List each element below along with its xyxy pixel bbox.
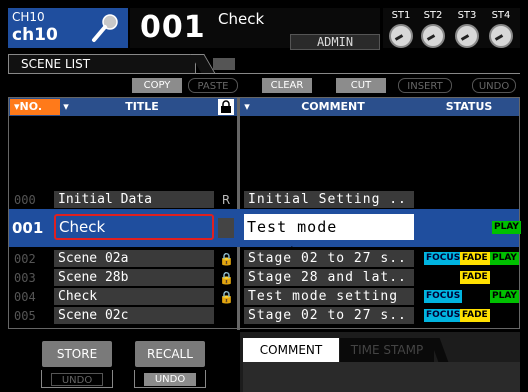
st1-label: ST1: [391, 10, 411, 21]
status-badge: FADE: [460, 252, 490, 265]
tab-comment[interactable]: COMMENT: [243, 338, 339, 362]
st4-label: ST4: [491, 10, 511, 21]
current-scene-name: Check: [218, 10, 265, 28]
store-button[interactable]: STORE: [42, 341, 112, 367]
st1-knob-icon[interactable]: [389, 24, 413, 48]
row-title[interactable]: Initial Data: [54, 191, 214, 208]
status-badge: PLAY: [492, 221, 521, 234]
sort-comment-icon[interactable]: ▾: [241, 99, 253, 115]
st2-label: ST2: [423, 10, 443, 21]
row-lock-label: [219, 309, 233, 323]
row-lock-label: [218, 218, 234, 238]
col-comment-label[interactable]: COMMENT: [253, 99, 413, 115]
recall-undo-button[interactable]: UNDO: [144, 373, 196, 386]
status-badge: FOCUS: [424, 252, 463, 265]
st3-label: ST3: [457, 10, 477, 21]
row-number: 003: [14, 271, 36, 285]
st2-knob-icon[interactable]: [421, 24, 445, 48]
row-number: 000: [14, 193, 36, 207]
row-title[interactable]: Scene 28b: [54, 269, 214, 286]
status-badge: FOCUS: [424, 290, 463, 303]
microphone-icon[interactable]: [86, 12, 122, 46]
comment-display: [243, 362, 520, 392]
row-title[interactable]: Check: [54, 288, 214, 305]
row-comment[interactable]: Initial Setting ..: [244, 191, 414, 208]
status-badge: PLAY: [490, 290, 519, 303]
row-title[interactable]: Check: [54, 214, 214, 240]
row-comment[interactable]: Test mode setting: [244, 214, 414, 262]
st3-knob-icon[interactable]: [455, 24, 479, 48]
copy-button[interactable]: COPY: [132, 78, 182, 93]
row-number: 002: [14, 252, 36, 266]
user-badge[interactable]: ADMIN: [290, 34, 380, 50]
status-badge: FADE: [460, 309, 490, 322]
clear-button[interactable]: CLEAR: [262, 78, 312, 93]
tab-time-stamp[interactable]: TIME STAMP: [340, 338, 434, 362]
col-no-label: NO.: [19, 100, 43, 113]
lock-header-icon[interactable]: [218, 99, 234, 115]
tab-scene-list[interactable]: SCENE LIST: [8, 54, 196, 74]
row-comment[interactable]: Test mode setting: [244, 288, 414, 305]
channel-name: ch10: [12, 25, 58, 45]
status-badge: PLAY: [490, 252, 519, 265]
recall-button[interactable]: RECALL: [135, 341, 205, 367]
insert-button[interactable]: INSERT: [398, 78, 452, 93]
row-number: 005: [14, 309, 36, 323]
current-scene-number: 001: [140, 10, 206, 45]
sort-no-button[interactable]: ▾NO.: [10, 99, 60, 115]
row-number: 001: [12, 219, 44, 237]
row-lock-label: 🔒: [219, 252, 234, 266]
undo-button[interactable]: UNDO: [472, 78, 516, 93]
row-lock-label: 🔒: [219, 290, 234, 304]
sort-title-icon[interactable]: ▾: [60, 99, 72, 115]
row-lock-label: R: [221, 193, 231, 207]
row-lock-label: 🔒: [219, 271, 234, 285]
row-comment[interactable]: Stage 28 and lat..: [244, 269, 414, 286]
channel-id: CH10: [12, 10, 45, 24]
col-status-label[interactable]: STATUS: [420, 99, 518, 115]
row-comment[interactable]: Stage 02 to 27 s..: [244, 307, 414, 324]
toolbar-divider: [8, 73, 520, 74]
paste-button[interactable]: PASTE: [188, 78, 238, 93]
row-title[interactable]: Scene 02a: [54, 250, 214, 267]
row-comment[interactable]: Stage 02 to 27 s..: [244, 250, 414, 267]
row-title[interactable]: Scene 02c: [54, 307, 214, 324]
tab-stub: [213, 58, 235, 70]
status-badge: FOCUS: [424, 309, 463, 322]
row-number: 004: [14, 290, 36, 304]
cut-button[interactable]: CUT: [336, 78, 386, 93]
col-title-label[interactable]: TITLE: [72, 99, 212, 115]
st4-knob-icon[interactable]: [489, 24, 513, 48]
status-badge: FADE: [460, 271, 490, 284]
store-undo-button[interactable]: UNDO: [51, 373, 103, 386]
